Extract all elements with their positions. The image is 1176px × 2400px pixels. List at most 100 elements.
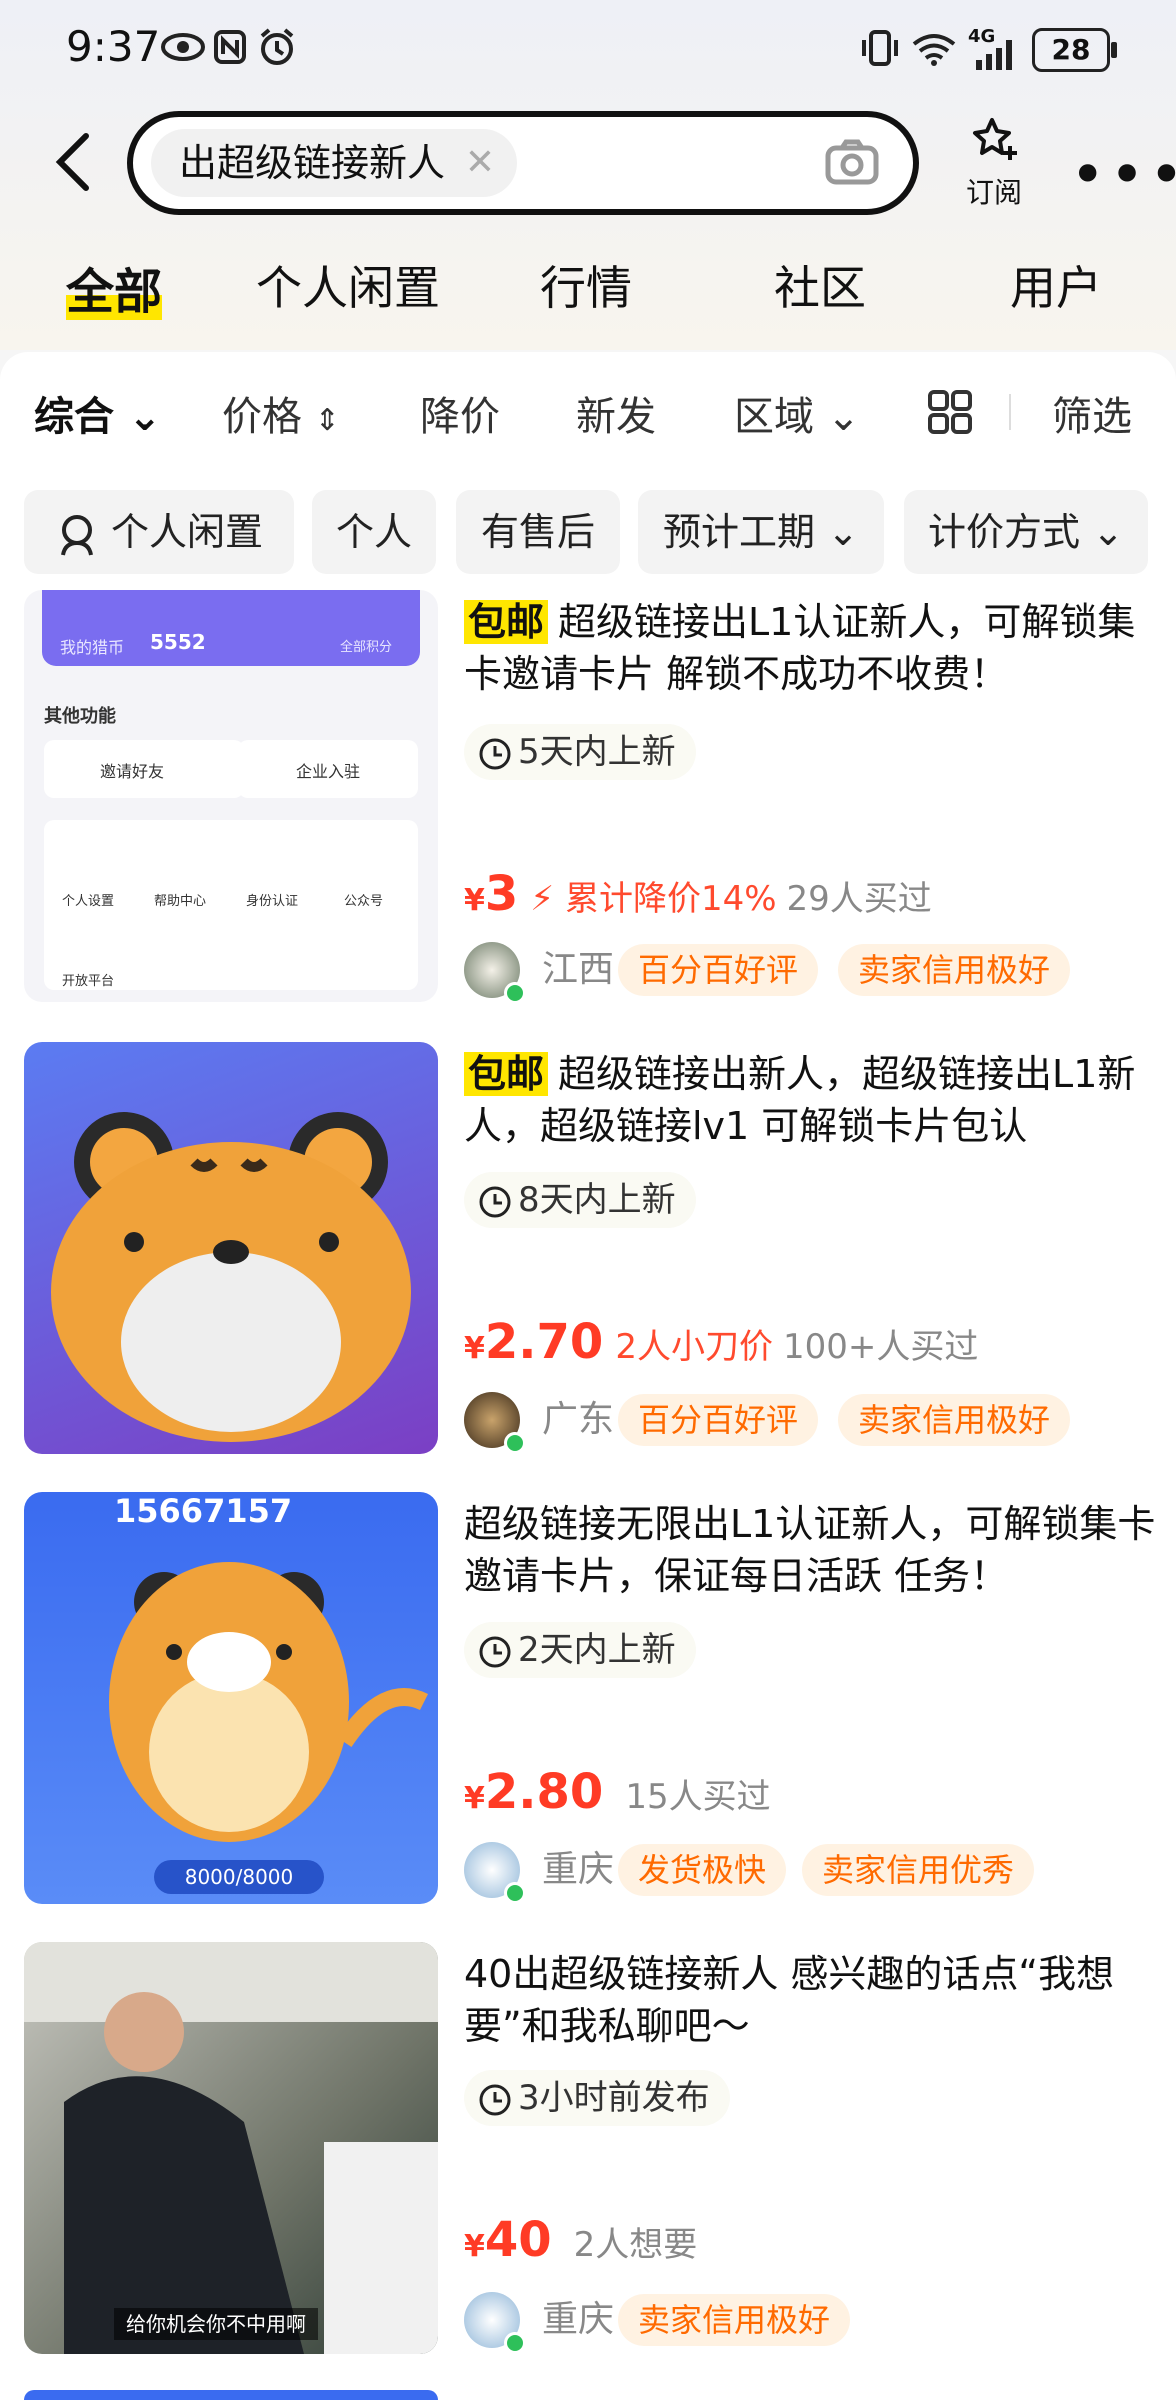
sort-region[interactable]: 区域 ⌄ — [734, 384, 860, 442]
item-price: 2.80 — [484, 1764, 604, 1820]
sort-bar: 综合 ⌄ 价格 ⇕ 降价 新发 区域 ⌄ 筛选 — [0, 384, 1176, 440]
seller-region: 重庆 — [542, 1849, 615, 1890]
vibrate-icon — [862, 30, 898, 66]
sort-price[interactable]: 价格 ⇕ — [222, 384, 340, 442]
camera-icon[interactable] — [825, 139, 879, 185]
chevron-down-icon: ⌄ — [826, 394, 861, 440]
person-icon — [60, 514, 93, 555]
price-drop-text: 累计降价14% — [564, 879, 777, 919]
tab-market[interactable]: 行情 — [540, 252, 632, 318]
video-caption: 给你机会你不中用啊 — [114, 2308, 318, 2340]
listing-time: 2天内上新 — [464, 1622, 696, 1678]
filter-button[interactable]: 筛选 — [1052, 384, 1132, 442]
seller-badge: 百分百好评 — [618, 944, 819, 996]
item-thumbnail: 给你机会你不中用啊 — [24, 1942, 438, 2354]
seller-info: 重庆 卖家信用极好 — [464, 2292, 1164, 2354]
coin-count: 15667157 — [114, 1492, 293, 1530]
seller-info: 重庆 发货极快 卖家信用优秀 — [464, 1842, 1164, 1904]
filter-individual[interactable]: 个人 — [312, 490, 436, 574]
clock-icon — [479, 2084, 511, 2115]
sort-comprehensive[interactable]: 综合 ⌄ — [34, 384, 161, 442]
item-thumbnail: 我的猎币 5552 全部积分 其他功能 邀请好友 企业入驻 个人设置 帮助中心 … — [24, 590, 438, 1002]
list-item[interactable]: 包邮 超级链接出新人，超级链接出L1新人，超级链接lv1 可解锁卡片包认 8天内上… — [24, 1042, 1160, 1462]
eye-icon — [161, 33, 205, 61]
seller-info: 江西 百分百好评 卖家信用极好 — [464, 942, 1164, 1004]
price-row: ¥2.70 2人小刀价 100+人买过 — [464, 1314, 979, 1370]
seller-region: 广东 — [542, 1399, 615, 1440]
online-indicator — [504, 1432, 526, 1454]
more-options-icon[interactable]: ••• — [1070, 140, 1176, 210]
battery-indicator: 28 — [1032, 28, 1117, 72]
seller-badge: 卖家信用极好 — [838, 944, 1071, 996]
clock-icon — [479, 1636, 511, 1667]
clear-icon[interactable]: ✕ — [465, 129, 495, 197]
signal-icon — [976, 40, 1012, 70]
grid-view-icon[interactable] — [928, 390, 972, 434]
clock-icon — [479, 738, 511, 769]
listing-time: 8天内上新 — [464, 1172, 696, 1228]
alarm-icon — [260, 28, 294, 65]
category-tabs: 全部 个人闲置 行情 社区 用户 — [0, 252, 1176, 332]
tab-community[interactable]: 社区 — [774, 252, 866, 318]
seller-region: 江西 — [542, 949, 615, 990]
free-shipping-tag: 包邮 — [464, 1052, 549, 1096]
listing-time: 5天内上新 — [464, 724, 696, 780]
item-price: 2.70 — [484, 1314, 604, 1370]
buyers-count: 15人买过 — [625, 1777, 771, 1817]
sort-price-drop[interactable]: 降价 — [420, 384, 500, 442]
free-shipping-tag: 包邮 — [464, 600, 549, 644]
filter-est-duration[interactable]: 预计工期 ⌄ — [638, 490, 884, 574]
tab-all[interactable]: 全部 — [66, 252, 163, 322]
lightning-icon: ⚡ — [530, 879, 555, 919]
seller-badge: 卖家信用优秀 — [802, 1844, 1035, 1896]
buyers-count: 100+人买过 — [782, 1327, 979, 1367]
seller-badge: 百分百好评 — [618, 1394, 819, 1446]
price-row: ¥2.80 15人买过 — [464, 1764, 771, 1820]
chevron-down-icon: ⌄ — [127, 394, 162, 440]
item-title[interactable]: 超级链接无限出L1认证新人，可解锁集卡邀请卡片，保证每日活跃 任务！ — [464, 1498, 1164, 1602]
item-title[interactable]: 40出超级链接新人 感兴趣的话点“我想要”和我私聊吧～ — [464, 1948, 1164, 2052]
wants-count: 2人想要 — [573, 2225, 698, 2265]
status-bar: 9:37 4G 28 — [0, 0, 1176, 100]
filter-personal-idle[interactable]: 个人闲置 — [24, 490, 294, 574]
subscribe-label: 订阅 — [965, 176, 1022, 209]
filter-pricing-method[interactable]: 计价方式 ⌄ — [904, 490, 1148, 574]
search-query: 出超级链接新人 — [179, 141, 446, 185]
star-plus-icon — [973, 118, 1017, 160]
buyers-count: 29人买过 — [786, 879, 932, 919]
seller-region: 重庆 — [542, 2299, 615, 2340]
tiger-mascot-image — [109, 1562, 429, 1842]
energy-bar: 8000/8000 — [154, 1860, 324, 1894]
tab-personal-idle[interactable]: 个人闲置 — [256, 252, 440, 318]
sort-new[interactable]: 新发 — [576, 384, 656, 442]
search-query-chip[interactable]: 出超级链接新人 ✕ — [151, 129, 518, 197]
list-item[interactable]: 给你机会你不中用啊 40出超级链接新人 感兴趣的话点“我想要”和我私聊吧～ 3小… — [24, 1942, 1160, 2362]
wifi-icon — [912, 34, 956, 66]
filter-after-sales[interactable]: 有售后 — [456, 490, 620, 574]
subscribe-button[interactable]: 订阅 — [964, 116, 1024, 211]
item-title[interactable]: 包邮 超级链接出L1认证新人，可解锁集卡邀请卡片 解锁不成功不收费！ — [464, 596, 1164, 700]
search-input[interactable]: 出超级链接新人 ✕ — [127, 111, 919, 215]
sort-updown-icon: ⇕ — [314, 403, 340, 438]
status-time: 9:37 — [66, 22, 161, 71]
video-still-image — [24, 1942, 438, 2354]
seller-info: 广东 百分百好评 卖家信用极好 — [464, 1392, 1164, 1454]
online-indicator — [504, 1882, 526, 1904]
online-indicator — [504, 982, 526, 1004]
listing-time: 3小时前发布 — [464, 2070, 730, 2126]
seller-badge: 卖家信用极好 — [618, 2294, 851, 2346]
item-price: 40 — [484, 2212, 552, 2268]
back-arrow-icon[interactable] — [52, 132, 92, 192]
list-item[interactable]: 15667157 8000/8000 超级链接无限出L1认证新人，可解锁集卡邀请… — [24, 1492, 1160, 1912]
tab-users[interactable]: 用户 — [1010, 252, 1102, 318]
tiger-mascot-image — [51, 1112, 411, 1442]
price-row: ¥40 2人想要 — [464, 2212, 698, 2268]
sort-divider — [1009, 394, 1011, 430]
list-item[interactable]: 我的猎币 5552 全部积分 其他功能 邀请好友 企业入驻 个人设置 帮助中心 … — [24, 590, 1160, 1010]
online-indicator — [504, 2332, 526, 2354]
clock-icon — [479, 1186, 511, 1217]
item-title[interactable]: 包邮 超级链接出新人，超级链接出L1新人，超级链接lv1 可解锁卡片包认 — [464, 1048, 1164, 1152]
filter-chips: 个人闲置 个人 有售后 预计工期 ⌄ 计价方式 ⌄ — [0, 490, 1176, 574]
item-price: 3 — [484, 866, 519, 922]
seller-badge: 卖家信用极好 — [838, 1394, 1071, 1446]
